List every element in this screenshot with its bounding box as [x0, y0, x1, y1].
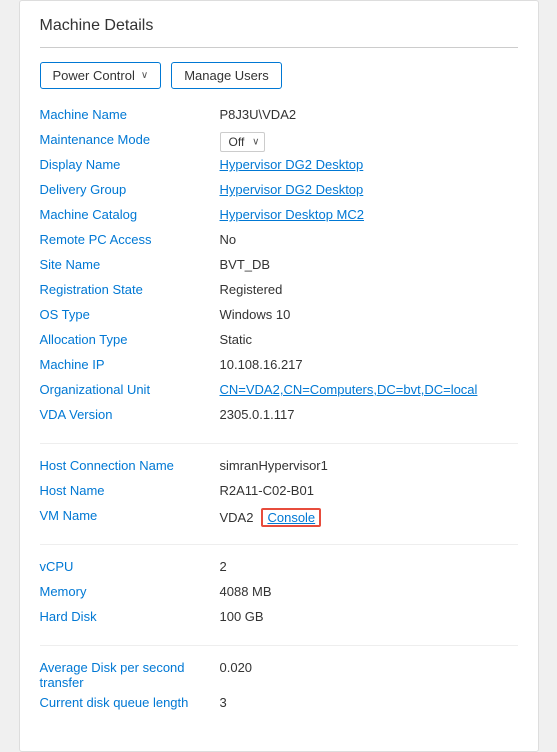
avg-disk-value: 0.020 — [220, 660, 518, 675]
memory-label: Memory — [40, 584, 220, 599]
maintenance-mode-row: Maintenance Mode Off On — [40, 132, 518, 152]
host-name-label: Host Name — [40, 483, 220, 498]
specs-divider — [40, 544, 518, 545]
chevron-down-icon: ∨ — [141, 70, 148, 81]
vcpu-row: vCPU 2 — [40, 559, 518, 579]
machine-ip-label: Machine IP — [40, 357, 220, 372]
registration-state-label: Registration State — [40, 282, 220, 297]
console-link[interactable]: Console — [261, 508, 321, 527]
maintenance-select-wrapper[interactable]: Off On — [220, 132, 265, 152]
hard-disk-label: Hard Disk — [40, 609, 220, 624]
allocation-type-row: Allocation Type Static — [40, 332, 518, 352]
vm-name-container: VDA2 Console — [220, 508, 518, 527]
display-name-row: Display Name Hypervisor DG2 Desktop — [40, 157, 518, 177]
org-unit-label: Organizational Unit — [40, 382, 220, 397]
disk-queue-label: Current disk queue length — [40, 695, 220, 710]
vda-version-label: VDA Version — [40, 407, 220, 422]
machine-name-row: Machine Name P8J3U\VDA2 — [40, 107, 518, 127]
maintenance-mode-label: Maintenance Mode — [40, 132, 220, 147]
machine-details-card: Machine Details Power Control ∨ Manage U… — [19, 0, 539, 752]
avg-disk-label: Average Disk per second transfer — [40, 660, 220, 690]
host-connection-label: Host Connection Name — [40, 458, 220, 473]
vcpu-label: vCPU — [40, 559, 220, 574]
avg-disk-row: Average Disk per second transfer 0.020 — [40, 660, 518, 690]
vcpu-value: 2 — [220, 559, 518, 574]
remote-pc-value: No — [220, 232, 518, 247]
org-unit-row: Organizational Unit CN=VDA2,CN=Computers… — [40, 382, 518, 402]
manage-users-button[interactable]: Manage Users — [171, 62, 282, 89]
host-section: Host Connection Name simranHypervisor1 H… — [40, 458, 518, 528]
os-type-row: OS Type Windows 10 — [40, 307, 518, 327]
maintenance-mode-value: Off On — [220, 132, 518, 152]
hard-disk-value: 100 GB — [220, 609, 518, 624]
delivery-group-row: Delivery Group Hypervisor DG2 Desktop — [40, 182, 518, 202]
site-name-label: Site Name — [40, 257, 220, 272]
disk-queue-row: Current disk queue length 3 — [40, 695, 518, 715]
vm-name-row: VM Name VDA2 Console — [40, 508, 518, 528]
host-divider — [40, 443, 518, 444]
memory-value: 4088 MB — [220, 584, 518, 599]
host-name-value: R2A11-C02-B01 — [220, 483, 518, 498]
machine-catalog-value[interactable]: Hypervisor Desktop MC2 — [220, 207, 518, 222]
remote-pc-label: Remote PC Access — [40, 232, 220, 247]
page-title: Machine Details — [40, 17, 518, 35]
machine-catalog-label: Machine Catalog — [40, 207, 220, 222]
manage-users-label: Manage Users — [184, 68, 269, 83]
machine-ip-value: 10.108.16.217 — [220, 357, 518, 372]
vm-name-value: VDA2 — [220, 510, 254, 525]
registration-state-row: Registration State Registered — [40, 282, 518, 302]
vda-version-value: 2305.0.1.117 — [220, 407, 518, 422]
power-control-button[interactable]: Power Control ∨ — [40, 62, 162, 89]
machine-name-value: P8J3U\VDA2 — [220, 107, 518, 122]
remote-pc-row: Remote PC Access No — [40, 232, 518, 252]
delivery-group-value[interactable]: Hypervisor DG2 Desktop — [220, 182, 518, 197]
specs-section: vCPU 2 Memory 4088 MB Hard Disk 100 GB — [40, 559, 518, 629]
maintenance-mode-select[interactable]: Off On — [220, 132, 265, 152]
site-name-value: BVT_DB — [220, 257, 518, 272]
display-name-value[interactable]: Hypervisor DG2 Desktop — [220, 157, 518, 172]
os-type-label: OS Type — [40, 307, 220, 322]
power-control-label: Power Control — [53, 68, 135, 83]
disk-queue-value: 3 — [220, 695, 518, 710]
display-name-label: Display Name — [40, 157, 220, 172]
allocation-type-value: Static — [220, 332, 518, 347]
hard-disk-row: Hard Disk 100 GB — [40, 609, 518, 629]
disk-divider — [40, 645, 518, 646]
vm-name-label: VM Name — [40, 508, 220, 523]
site-name-row: Site Name BVT_DB — [40, 257, 518, 277]
org-unit-value[interactable]: CN=VDA2,CN=Computers,DC=bvt,DC=local — [220, 382, 518, 397]
host-connection-row: Host Connection Name simranHypervisor1 — [40, 458, 518, 478]
host-connection-value: simranHypervisor1 — [220, 458, 518, 473]
registration-state-value: Registered — [220, 282, 518, 297]
memory-row: Memory 4088 MB — [40, 584, 518, 604]
os-type-value: Windows 10 — [220, 307, 518, 322]
delivery-group-label: Delivery Group — [40, 182, 220, 197]
machine-details-section: Machine Name P8J3U\VDA2 Maintenance Mode… — [40, 107, 518, 427]
machine-catalog-row: Machine Catalog Hypervisor Desktop MC2 — [40, 207, 518, 227]
title-divider — [40, 47, 518, 48]
vda-version-row: VDA Version 2305.0.1.117 — [40, 407, 518, 427]
machine-name-label: Machine Name — [40, 107, 220, 122]
disk-section: Average Disk per second transfer 0.020 C… — [40, 660, 518, 715]
allocation-type-label: Allocation Type — [40, 332, 220, 347]
machine-ip-row: Machine IP 10.108.16.217 — [40, 357, 518, 377]
host-name-row: Host Name R2A11-C02-B01 — [40, 483, 518, 503]
toolbar: Power Control ∨ Manage Users — [40, 62, 518, 89]
